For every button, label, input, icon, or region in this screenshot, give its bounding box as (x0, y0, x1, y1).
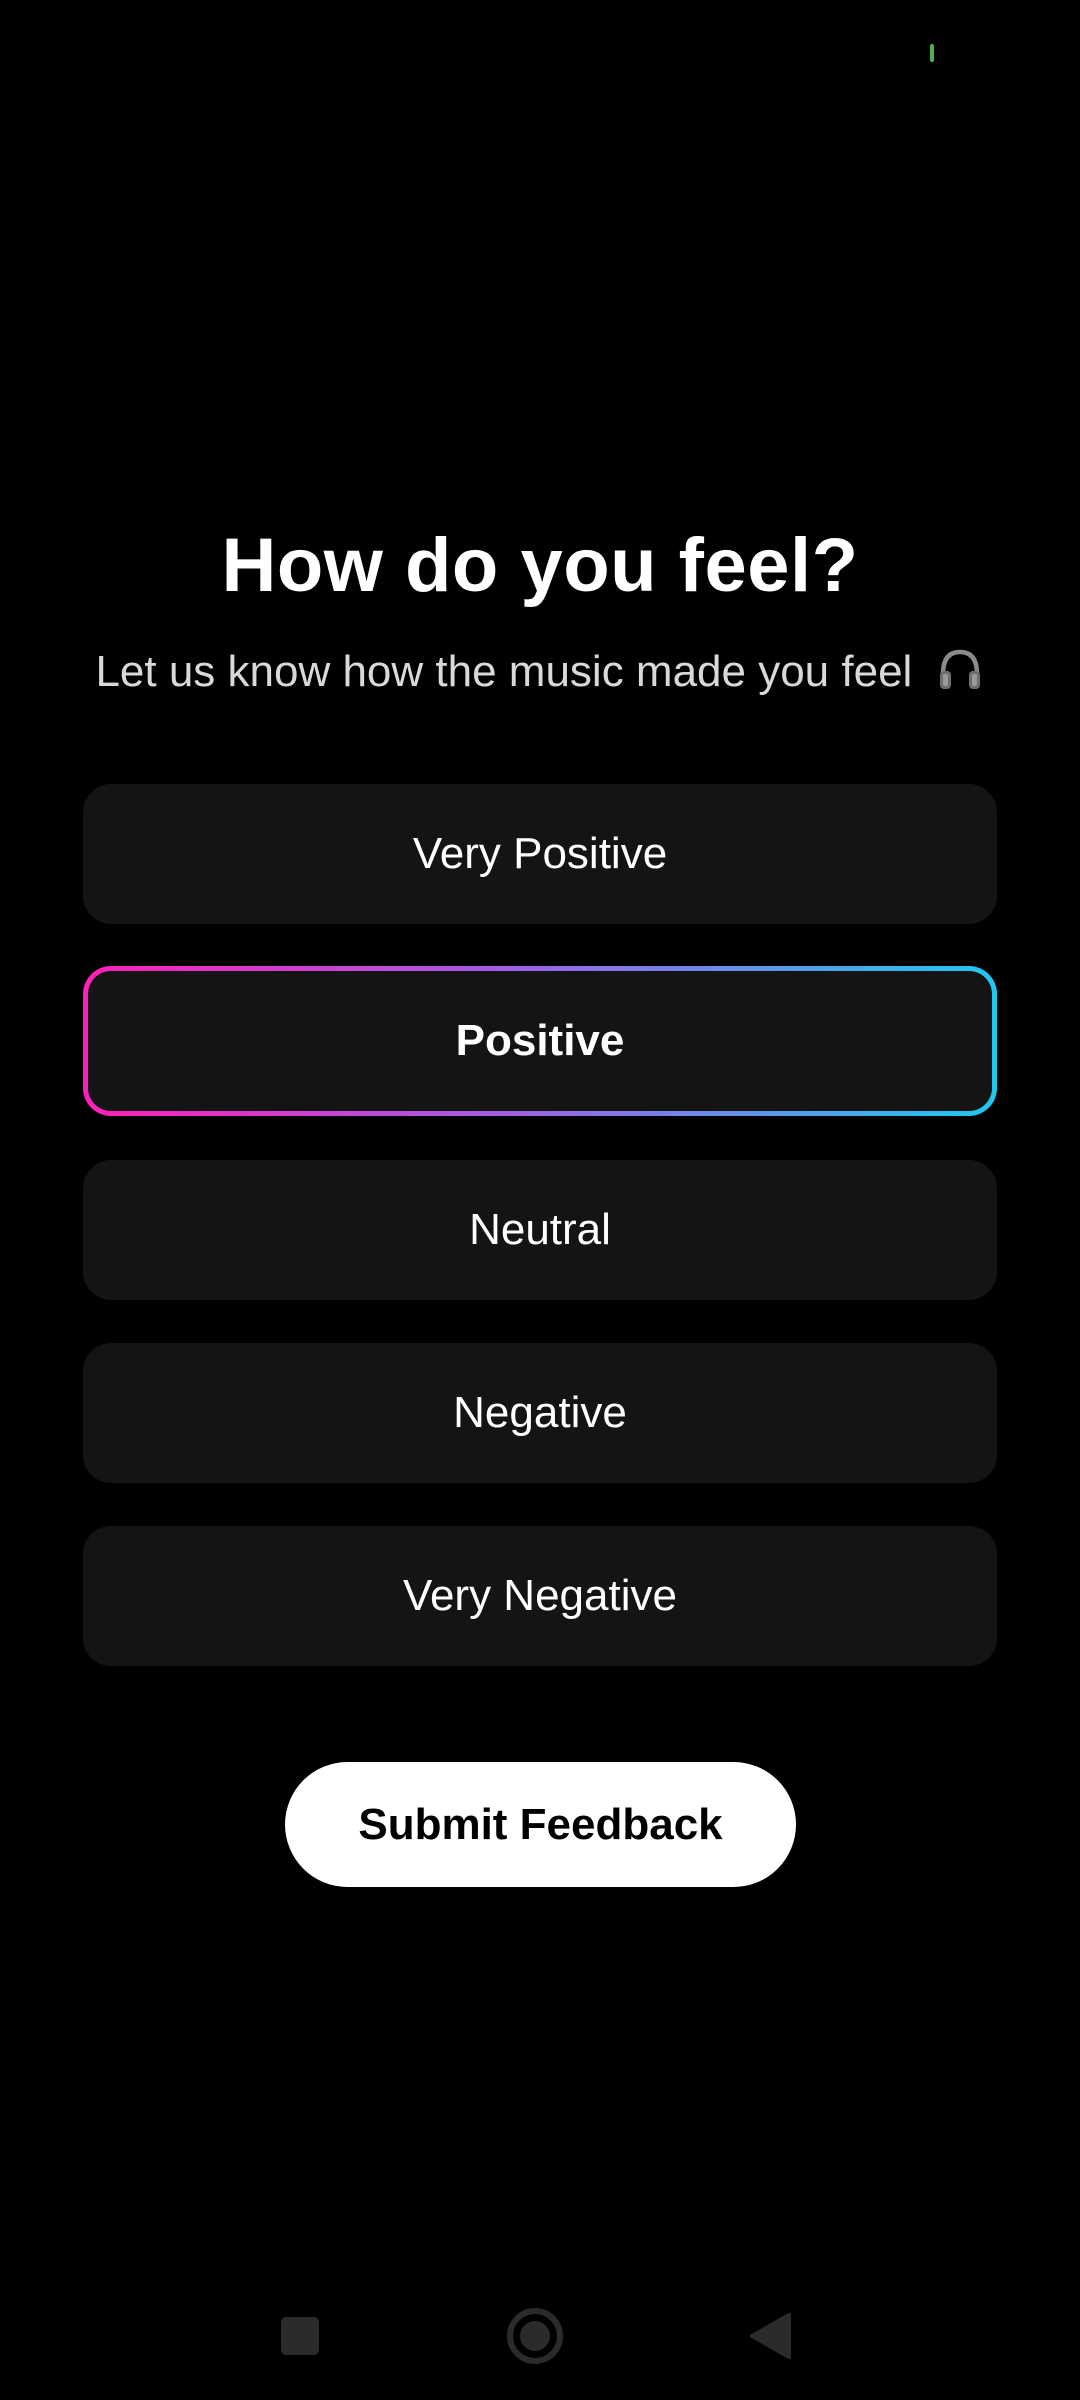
circle-icon (505, 2306, 565, 2371)
submit-button-label: Submit Feedback (358, 1799, 723, 1849)
option-very-positive[interactable]: Very Positive (83, 784, 997, 924)
back-button[interactable] (740, 2308, 800, 2368)
option-label: Neutral (469, 1205, 611, 1254)
system-navigation-bar (0, 2290, 1080, 2380)
option-positive[interactable]: Positive (83, 966, 997, 1116)
page-subtitle: Let us know how the music made you feel (0, 642, 1080, 702)
recents-button[interactable] (270, 2308, 330, 2368)
option-neutral[interactable]: Neutral (83, 1160, 997, 1300)
page-title: How do you feel? (221, 523, 859, 608)
option-label: Negative (453, 1388, 627, 1437)
submit-feedback-button[interactable]: Submit Feedback (285, 1762, 796, 1887)
home-button[interactable] (505, 2306, 565, 2371)
square-icon (280, 2316, 320, 2361)
option-label: Very Positive (412, 829, 668, 878)
status-indicator (930, 44, 934, 62)
option-label: Very Negative (403, 1571, 677, 1620)
option-negative[interactable]: Negative (83, 1343, 997, 1483)
option-very-negative[interactable]: Very Negative (83, 1526, 997, 1666)
triangle-back-icon (747, 2311, 793, 2366)
headphones-icon (935, 644, 985, 694)
subtitle-text: Let us know how the music made you feel (95, 647, 913, 696)
option-label: Positive (455, 1016, 625, 1065)
